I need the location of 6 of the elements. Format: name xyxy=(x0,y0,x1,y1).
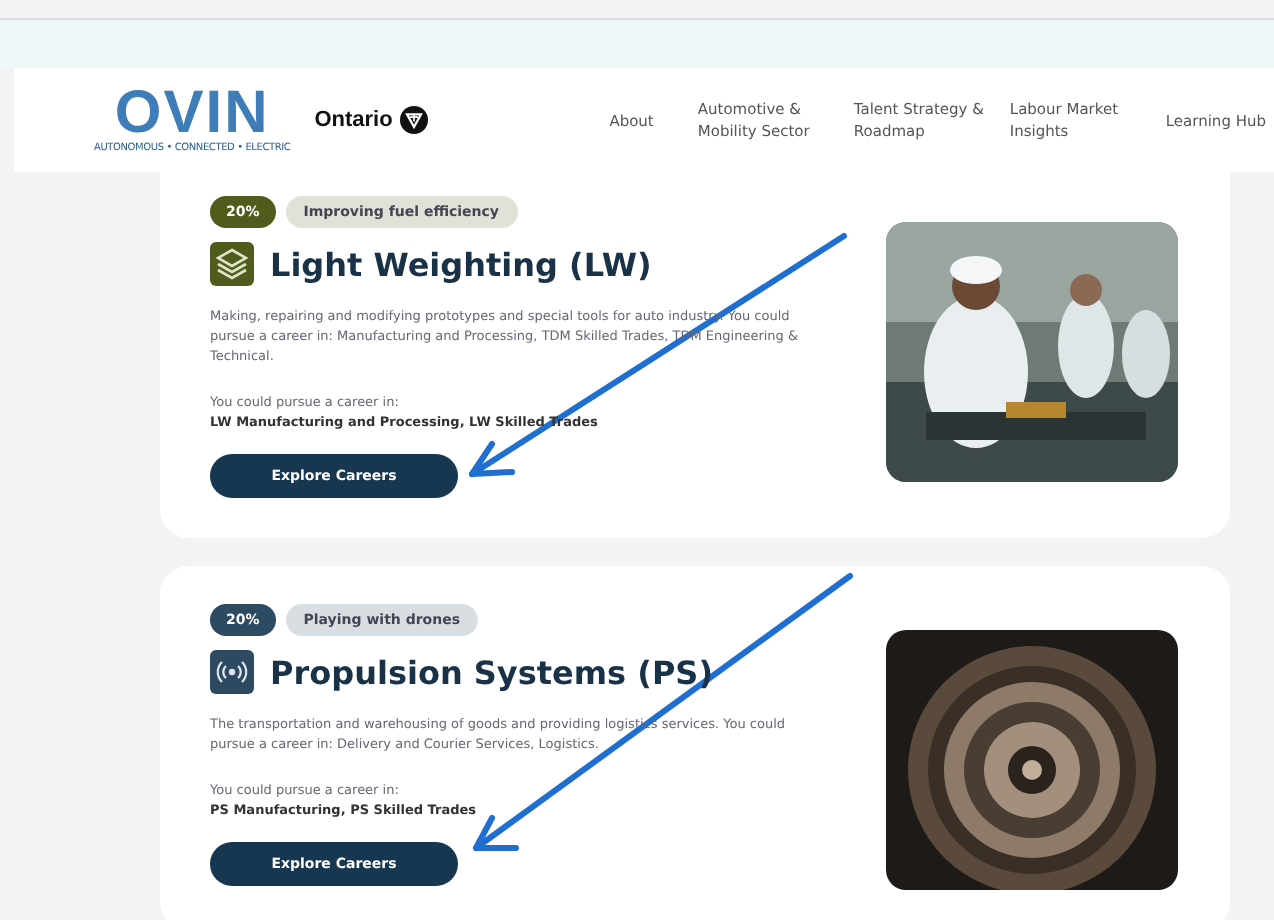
broadcast-icon xyxy=(210,650,254,694)
trillium-icon xyxy=(400,106,429,134)
layers-icon xyxy=(210,242,254,286)
ontario-label: Ontario xyxy=(314,108,393,132)
card-title: Light Weighting (LW) xyxy=(270,245,652,283)
card-title: Propulsion Systems (PS) xyxy=(270,653,714,691)
